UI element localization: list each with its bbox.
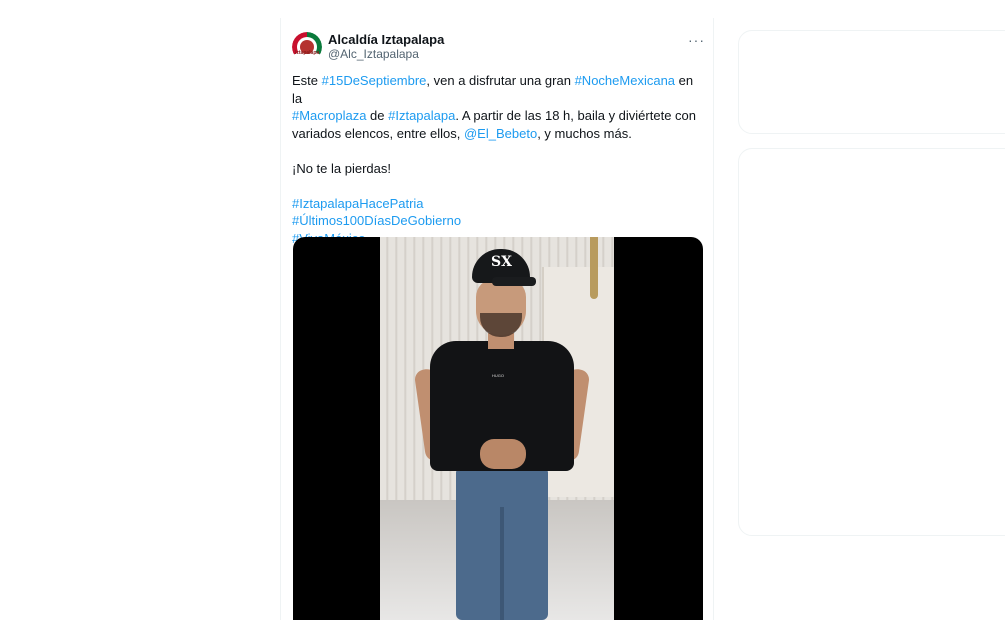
tweet-line-4: ¡No te la pierdas! bbox=[292, 160, 391, 176]
hashtag-line: #Últimos100DíasDeGobierno bbox=[292, 212, 706, 230]
hashtag-link[interactable]: #Macroplaza bbox=[292, 108, 366, 123]
person-hands bbox=[480, 439, 526, 469]
tweet-line-1: Este #15DeSeptiembre, ven a disfrutar un… bbox=[292, 72, 706, 107]
hashtag-link[interactable]: #IztapalapaHacePatria bbox=[292, 196, 424, 211]
video-gold-lamp bbox=[590, 237, 598, 299]
tweet-text: Este #15DeSeptiembre, ven a disfrutar un… bbox=[292, 72, 706, 247]
text-segment: de bbox=[366, 108, 389, 123]
text-segment: , ven a disfrutar una gran bbox=[426, 73, 575, 88]
jeans-seam bbox=[500, 507, 504, 620]
cap-logo: SX bbox=[491, 254, 512, 270]
hashtag-line: #IztapalapaHacePatria bbox=[292, 195, 706, 213]
text-segment: , y muchos más. bbox=[537, 125, 632, 141]
author-avatar[interactable]: Iztapalapa bbox=[292, 32, 322, 62]
more-options-button[interactable]: ··· bbox=[688, 32, 705, 48]
video-person: HUGO SX bbox=[410, 249, 591, 620]
cap-brim bbox=[492, 277, 536, 286]
person-cap: SX bbox=[472, 249, 536, 286]
mention-link[interactable]: @El_Bebeto bbox=[464, 126, 537, 141]
hashtag-link[interactable]: #15DeSeptiembre bbox=[322, 73, 427, 88]
author-name[interactable]: Alcaldía Iztapalapa bbox=[328, 32, 444, 47]
shirt-logo: HUGO bbox=[492, 373, 504, 378]
tweet-line-2: #Macroplaza de #Iztapalapa. A partir de … bbox=[292, 107, 706, 125]
hashtag-link[interactable]: #NocheMexicana bbox=[575, 73, 675, 88]
hashtag-link[interactable]: #Iztapalapa bbox=[388, 108, 455, 123]
video-player[interactable]: HUGO SX bbox=[293, 237, 703, 620]
author-handle[interactable]: @Alc_Iztapalapa bbox=[328, 47, 419, 61]
video-frame: HUGO SX bbox=[380, 237, 614, 620]
sidebar-card bbox=[738, 148, 1005, 536]
text-segment: . A partir de las 18 h, baila y diviérte… bbox=[455, 108, 696, 123]
text-segment: Este bbox=[292, 73, 322, 88]
person-jeans bbox=[456, 467, 548, 620]
sidebar-card bbox=[738, 30, 1005, 134]
avatar-logo-text: Iztapalapa bbox=[295, 50, 320, 56]
text-segment: variados elencos, entre ellos, bbox=[292, 125, 464, 141]
hashtag-link[interactable]: #Últimos100DíasDeGobierno bbox=[292, 213, 461, 228]
tweet-card[interactable]: Iztapalapa Alcaldía Iztapalapa @Alc_Izta… bbox=[280, 18, 714, 620]
tweet-line-3: variados elencos, entre ellos, @El_Bebet… bbox=[292, 125, 706, 143]
person-beard bbox=[480, 313, 522, 337]
